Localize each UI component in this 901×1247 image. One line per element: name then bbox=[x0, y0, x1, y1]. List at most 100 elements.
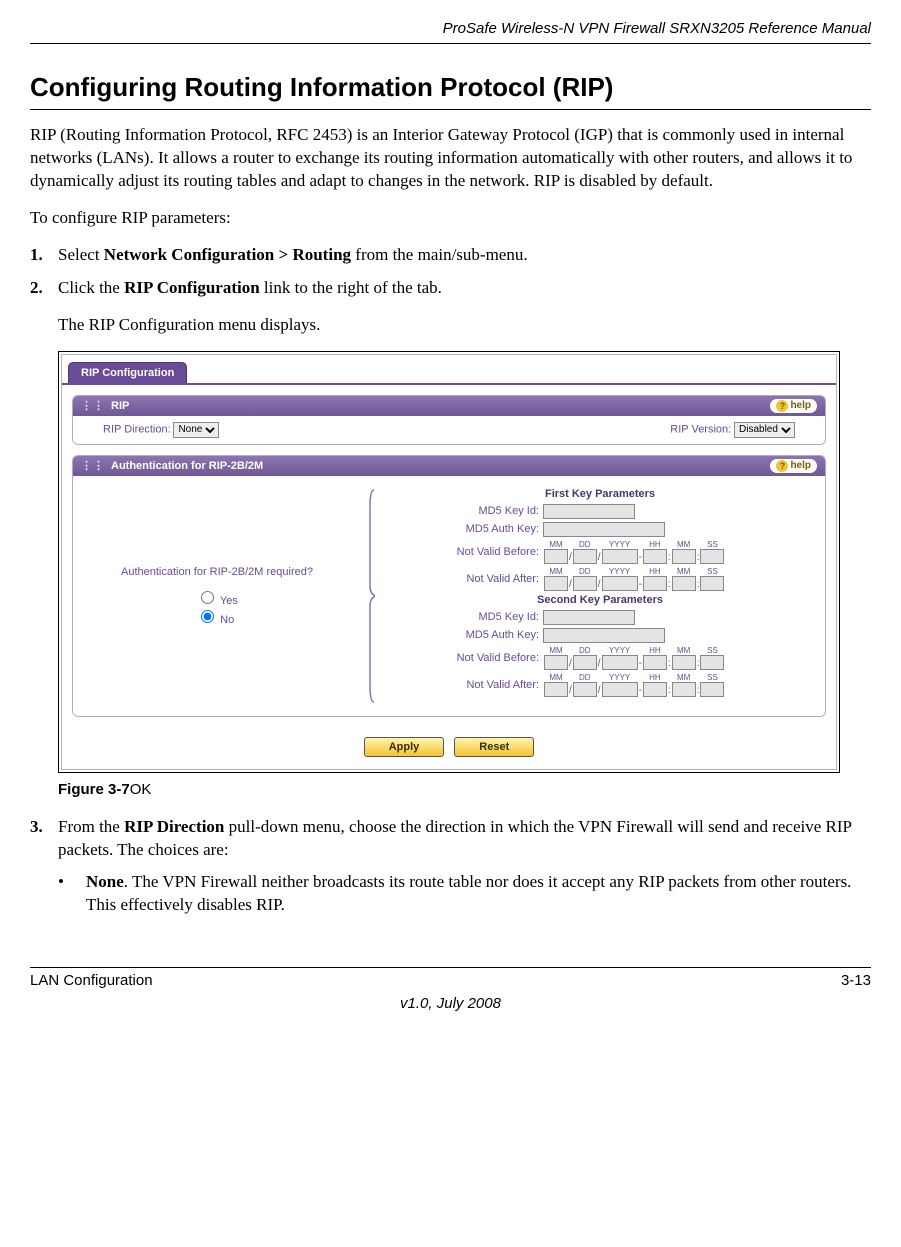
ss-input[interactable] bbox=[700, 576, 724, 591]
yyyy-input[interactable] bbox=[602, 576, 638, 591]
step-number: 1. bbox=[30, 244, 58, 267]
md5-auth-label: MD5 Auth Key: bbox=[389, 629, 543, 641]
title-rule bbox=[30, 109, 871, 110]
rip-direction-label: RIP Direction: bbox=[103, 423, 171, 435]
grip-icon: ⋮⋮ bbox=[81, 399, 105, 412]
button-row: Apply Reset bbox=[72, 731, 826, 759]
grip-icon: ⋮⋮ bbox=[81, 459, 105, 472]
radio-no[interactable]: No bbox=[196, 614, 234, 626]
ss-input[interactable] bbox=[700, 655, 724, 670]
footer-center: v1.0, July 2008 bbox=[30, 995, 871, 1012]
md5-auth-label: MD5 Auth Key: bbox=[389, 523, 543, 535]
bold: None bbox=[86, 872, 124, 891]
help-link[interactable]: ? help bbox=[770, 399, 817, 413]
nva-label: Not Valid After: bbox=[389, 679, 543, 691]
text: . The VPN Firewall neither broadcasts it… bbox=[86, 872, 851, 914]
min-input[interactable] bbox=[672, 576, 696, 591]
hh-input[interactable] bbox=[643, 576, 667, 591]
dd-input[interactable] bbox=[573, 655, 597, 670]
md5-id-input[interactable] bbox=[543, 610, 635, 625]
lead-paragraph: To configure RIP parameters: bbox=[30, 207, 871, 230]
panel-rip: ⋮⋮ RIP ? help RIP Direction: None RIP Ve… bbox=[72, 395, 826, 445]
brace-icon bbox=[361, 486, 375, 706]
min-input[interactable] bbox=[672, 682, 696, 697]
bullet-none: • None. The VPN Firewall neither broadca… bbox=[58, 871, 871, 917]
help-link[interactable]: ? help bbox=[770, 459, 817, 473]
min-input[interactable] bbox=[672, 549, 696, 564]
panel-body: RIP Direction: None RIP Version: Disable… bbox=[73, 416, 825, 444]
figure-caption: Figure 3-7OK bbox=[58, 781, 871, 798]
date-time-inputs: MM/ DD/ YYYY- HH: MM: SS bbox=[543, 567, 725, 591]
mm-input[interactable] bbox=[544, 655, 568, 670]
step-body: Click the RIP Configuration link to the … bbox=[58, 277, 871, 300]
help-text: help bbox=[790, 460, 811, 471]
nva-label: Not Valid After: bbox=[389, 573, 543, 585]
tab-rip-configuration[interactable]: RIP Configuration bbox=[68, 362, 187, 383]
step-body: Select Network Configuration > Routing f… bbox=[58, 244, 871, 267]
rip-direction-select[interactable]: None bbox=[173, 422, 219, 438]
dd-input[interactable] bbox=[573, 549, 597, 564]
step-2-follow: The RIP Configuration menu displays. bbox=[58, 314, 871, 337]
min-input[interactable] bbox=[672, 655, 696, 670]
md5-id-label: MD5 Key Id: bbox=[389, 505, 543, 517]
figure-suffix: OK bbox=[130, 781, 152, 798]
ss-input[interactable] bbox=[700, 682, 724, 697]
yyyy-input[interactable] bbox=[602, 655, 638, 670]
md5-auth-input[interactable] bbox=[543, 522, 665, 537]
footer-left: LAN Configuration bbox=[30, 972, 153, 989]
auth-left: Authentication for RIP-2B/2M required? Y… bbox=[87, 486, 347, 706]
hh-input[interactable] bbox=[643, 682, 667, 697]
md5-id-input[interactable] bbox=[543, 504, 635, 519]
rip-version-label: RIP Version: bbox=[670, 423, 731, 435]
step-1: 1. Select Network Configuration > Routin… bbox=[30, 244, 871, 267]
text: From the bbox=[58, 817, 124, 836]
tab-row: RIP Configuration bbox=[62, 355, 836, 383]
help-text: help bbox=[790, 400, 811, 411]
mm-input[interactable] bbox=[544, 549, 568, 564]
text: link to the right of the tab. bbox=[260, 278, 442, 297]
panel-body: Authentication for RIP-2B/2M required? Y… bbox=[73, 476, 825, 716]
dd-input[interactable] bbox=[573, 576, 597, 591]
yyyy-input[interactable] bbox=[602, 682, 638, 697]
help-icon: ? bbox=[776, 460, 788, 472]
ss-input[interactable] bbox=[700, 549, 724, 564]
footer-rule bbox=[30, 967, 871, 968]
apply-button[interactable]: Apply bbox=[364, 737, 445, 757]
auth-right: First Key Parameters MD5 Key Id: MD5 Aut… bbox=[389, 486, 811, 706]
panel-title: Authentication for RIP-2B/2M bbox=[111, 460, 263, 472]
header-rule bbox=[30, 43, 871, 44]
auth-required-label: Authentication for RIP-2B/2M required? bbox=[121, 566, 313, 578]
rip-version-select[interactable]: Disabled bbox=[734, 422, 795, 438]
nvb-label: Not Valid Before: bbox=[389, 546, 543, 558]
help-icon: ? bbox=[776, 400, 788, 412]
bold: Network Configuration > Routing bbox=[104, 245, 351, 264]
mm-input[interactable] bbox=[544, 576, 568, 591]
step-2: 2. Click the RIP Configuration link to t… bbox=[30, 277, 871, 300]
radio-yes[interactable]: Yes bbox=[196, 595, 238, 607]
hh-input[interactable] bbox=[643, 549, 667, 564]
bold: RIP Configuration bbox=[124, 278, 260, 297]
hh-input[interactable] bbox=[643, 655, 667, 670]
date-time-inputs: MM/ DD/ YYYY- HH: MM: SS bbox=[543, 646, 725, 670]
screenshot-figure: RIP Configuration ⋮⋮ RIP ? help RIP Dire bbox=[58, 351, 840, 773]
running-header: ProSafe Wireless-N VPN Firewall SRXN3205… bbox=[30, 20, 871, 37]
section-title: Configuring Routing Information Protocol… bbox=[30, 72, 871, 103]
date-time-inputs: MM/ DD/ YYYY- HH: MM: SS bbox=[543, 673, 725, 697]
panel-title: RIP bbox=[111, 400, 129, 412]
md5-auth-input[interactable] bbox=[543, 628, 665, 643]
yyyy-input[interactable] bbox=[602, 549, 638, 564]
panel-header: ⋮⋮ RIP ? help bbox=[73, 396, 825, 416]
step-list: 1. Select Network Configuration > Routin… bbox=[30, 244, 871, 300]
step-3: 3. From the RIP Direction pull-down menu… bbox=[30, 816, 871, 862]
bold: RIP Direction bbox=[124, 817, 224, 836]
panel-auth: ⋮⋮ Authentication for RIP-2B/2M ? help A… bbox=[72, 455, 826, 717]
reset-button[interactable]: Reset bbox=[454, 737, 534, 757]
text: Select bbox=[58, 245, 104, 264]
date-time-inputs: MM/ DD/ YYYY- HH: MM: SS bbox=[543, 540, 725, 564]
footer: LAN Configuration 3-13 v1.0, July 2008 bbox=[30, 967, 871, 1012]
content-area: ⋮⋮ RIP ? help RIP Direction: None RIP Ve… bbox=[62, 383, 836, 769]
panel-header: ⋮⋮ Authentication for RIP-2B/2M ? help bbox=[73, 456, 825, 476]
mm-input[interactable] bbox=[544, 682, 568, 697]
dd-input[interactable] bbox=[573, 682, 597, 697]
first-key-title: First Key Parameters bbox=[389, 488, 811, 500]
